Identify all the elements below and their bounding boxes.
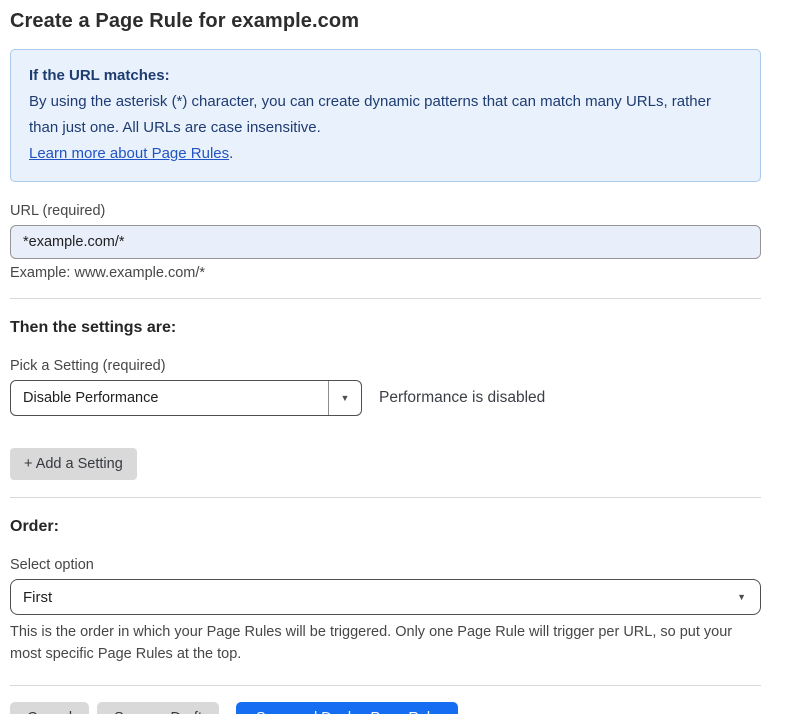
chevron-down-icon: ▼ <box>737 593 746 602</box>
order-select[interactable]: First ▼ <box>10 579 761 615</box>
order-help-text: This is the order in which your Page Rul… <box>10 621 755 665</box>
pick-setting-label: Pick a Setting (required) <box>10 358 761 374</box>
setting-select-arrow-button[interactable]: ▼ <box>328 381 361 415</box>
order-select-label: Select option <box>10 557 761 573</box>
info-box-heading: If the URL matches: <box>29 63 742 89</box>
setting-select[interactable]: Disable Performance ▼ <box>10 380 362 416</box>
chevron-down-icon: ▼ <box>341 394 350 403</box>
page-title: Create a Page Rule for example.com <box>10 10 761 33</box>
section-divider <box>10 298 761 299</box>
url-match-info-box: If the URL matches: By using the asteris… <box>10 49 761 182</box>
settings-section-heading: Then the settings are: <box>10 319 761 337</box>
learn-more-link[interactable]: Learn more about Page Rules <box>29 145 229 162</box>
url-example-text: Example: www.example.com/* <box>10 265 761 281</box>
save-and-deploy-button[interactable]: Save and Deploy Page Rule <box>236 702 458 714</box>
info-box-body: By using the asterisk (*) character, you… <box>29 89 742 141</box>
footer-actions: Cancel Save as Draft Save and Deploy Pag… <box>10 702 761 714</box>
add-setting-button[interactable]: + Add a Setting <box>10 448 137 480</box>
setting-select-value: Disable Performance <box>11 381 328 415</box>
order-section-heading: Order: <box>10 518 761 536</box>
footer-divider <box>10 685 761 686</box>
cancel-button[interactable]: Cancel <box>10 702 89 714</box>
info-box-link-line: Learn more about Page Rules. <box>29 141 742 167</box>
section-divider <box>10 497 761 498</box>
url-label: URL (required) <box>10 203 761 219</box>
save-as-draft-button[interactable]: Save as Draft <box>97 702 219 714</box>
setting-row: Disable Performance ▼ Performance is dis… <box>10 380 761 416</box>
link-period: . <box>229 145 233 162</box>
order-select-value: First <box>23 589 52 606</box>
url-input[interactable] <box>10 225 761 259</box>
page-rule-form: Create a Page Rule for example.com If th… <box>10 0 761 714</box>
setting-status-text: Performance is disabled <box>379 389 545 407</box>
